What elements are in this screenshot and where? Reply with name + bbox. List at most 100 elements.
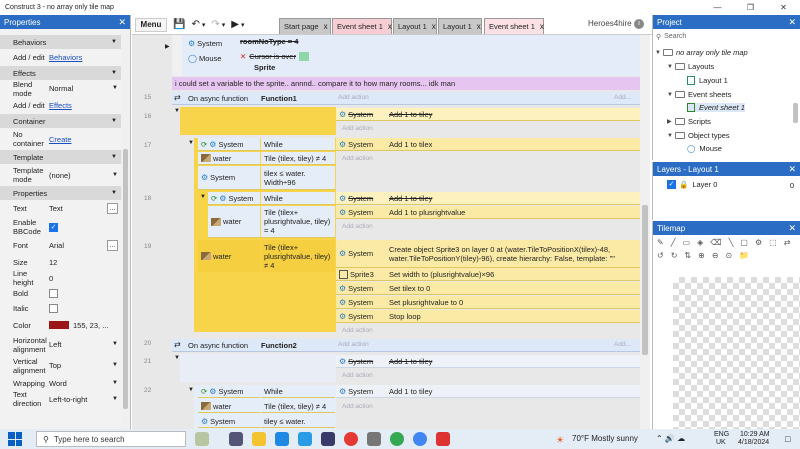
property-value[interactable]: 12 [49, 258, 57, 267]
property-select[interactable]: Word [49, 379, 67, 388]
weather-text[interactable]: 70°F Mostly sunny [572, 434, 638, 443]
collapse-icon[interactable]: ▼ [111, 154, 117, 160]
property-checkbox[interactable] [49, 289, 58, 298]
project-scrollbar[interactable] [793, 103, 798, 123]
chevron-down-icon[interactable]: ▾ [222, 21, 226, 29]
chevron-down-icon[interactable]: ▼ [112, 84, 118, 93]
property-link[interactable]: Behaviors [49, 53, 82, 62]
close-window-button[interactable]: ✕ [767, 0, 800, 15]
line-icon[interactable]: ╱ [671, 238, 676, 247]
section-effects[interactable]: Effects ▼ [0, 66, 121, 80]
language-region[interactable]: UK [716, 439, 726, 446]
tree-item-object-types[interactable]: ▼ Object types [667, 131, 730, 140]
tab-layout[interactable]: Layout 1x [438, 18, 482, 34]
add-action-link[interactable]: Add action [336, 123, 373, 134]
collapse-arrow-icon[interactable]: ▼ [200, 194, 206, 200]
mail-icon[interactable] [275, 432, 289, 446]
property-checkbox[interactable] [49, 304, 58, 313]
layer-row[interactable]: ✓ 🔒 Layer 0 [667, 180, 717, 189]
add-action-link[interactable]: Add action [336, 221, 373, 232]
property-select[interactable]: Top [49, 361, 61, 370]
select-icon[interactable]: ⬚ [769, 238, 777, 247]
condition-text[interactable]: Tile (tilex+ plusrightvalue, tiley) = 4 [261, 206, 335, 238]
chevron-down-icon[interactable]: ▼ [112, 395, 118, 404]
close-icon[interactable]: ✕ [788, 17, 796, 28]
section-container[interactable]: Container ▼ [0, 114, 121, 128]
chevron-down-icon[interactable]: ▾ [241, 21, 245, 29]
undo-icon[interactable]: ↶ [191, 19, 199, 30]
property-select[interactable]: Left-to-right [49, 395, 87, 404]
add-action-link[interactable]: Add action [336, 153, 373, 164]
action-row[interactable]: ⚙ System Add 1 to tiley [336, 355, 640, 368]
function1-header[interactable]: ⇄ On async function Function1 Add action… [172, 92, 640, 105]
action-row[interactable]: ⚙ System Create object Sprite3 on layer 0 … [336, 240, 640, 268]
tab-start-page[interactable]: Start page x [279, 18, 331, 34]
collapse-arrow-icon[interactable]: ▶ [165, 43, 170, 50]
tree-item-project[interactable]: ▼ no array only tile map [655, 48, 748, 57]
condition-text[interactable]: While [261, 385, 335, 398]
condition-text[interactable]: tiley ≤ water. [261, 415, 335, 428]
app-red-icon[interactable] [436, 432, 450, 446]
action-row[interactable]: ⚙ System Add 1 to tilex [336, 138, 640, 151]
collapse-icon[interactable]: ▼ [111, 190, 117, 196]
tree-item-layouts[interactable]: ▼ Layouts [667, 62, 714, 71]
property-value[interactable]: 0 [49, 274, 53, 283]
redo-icon[interactable]: ↷ [211, 19, 219, 30]
file-explorer-icon[interactable] [252, 432, 266, 446]
condition-text[interactable]: tilex ≤ water. Width÷96 [261, 166, 335, 190]
tab-event-sheet[interactable]: Event sheet 1x [332, 18, 392, 34]
chevron-down-icon[interactable]: ▼ [112, 361, 118, 370]
tileset-canvas[interactable] [673, 277, 800, 429]
flip-icon[interactable]: ⇄ [784, 238, 791, 247]
windows-start-icon[interactable] [8, 432, 22, 446]
condition-text[interactable]: While [261, 138, 335, 151]
eyedropper-icon[interactable]: ⚙ [755, 238, 762, 247]
zoom-in-icon[interactable]: ⊕ [698, 251, 705, 260]
property-value[interactable]: Text [49, 204, 63, 213]
more-icon[interactable]: ... [107, 203, 118, 214]
more-icon[interactable]: ... [107, 240, 118, 251]
chrome-icon[interactable] [390, 432, 404, 446]
tab-layout[interactable]: Layout 1x [393, 18, 437, 34]
properties-scrollbar[interactable] [121, 29, 130, 429]
fill-icon[interactable]: ◈ [697, 238, 703, 247]
event-block-top[interactable]: ▶ ⚙ System roomNoType = 4 ◯ Mouse ✕ Cursor … [165, 35, 640, 76]
action-row[interactable]: ⚙ System Add 1 to tiley [336, 192, 640, 205]
project-search[interactable]: ⚲ Search [656, 31, 797, 42]
minimize-button[interactable]: — [701, 0, 734, 15]
color-swatch[interactable] [49, 321, 69, 329]
tree-item-event-sheets[interactable]: ▼ Event sheets [667, 90, 731, 99]
zoom-reset-icon[interactable]: ⊙ [726, 251, 733, 260]
add-action-link[interactable]: Add action [336, 325, 373, 336]
task-view-icon[interactable] [229, 432, 243, 446]
add-action-link[interactable]: Add action [336, 370, 373, 381]
action-row[interactable]: ⚙ System Set plusrightvalue to 0 [336, 296, 640, 309]
chrome-profile-icon[interactable] [413, 432, 427, 446]
eraser-icon[interactable]: ⌫ [710, 238, 721, 247]
condition-text[interactable]: Tile (tilex, tiley) ≠ 4 [261, 152, 335, 165]
function2-header[interactable]: ⇄ On async function Function2 Add action… [172, 339, 640, 352]
condition-text[interactable]: ✕ Cursor is over [240, 52, 309, 61]
clock-time[interactable]: 10:29 AM [740, 431, 770, 438]
account-name[interactable]: Heroes4hire [588, 19, 632, 28]
pencil-icon[interactable]: ✎ [657, 238, 664, 247]
collapse-arrow-icon[interactable]: ▼ [188, 140, 194, 146]
info-icon[interactable]: i [634, 19, 644, 29]
condition-text[interactable]: roomNoType = 4 [240, 37, 298, 46]
close-icon[interactable]: ✕ [118, 17, 126, 28]
tree-item-event-sheet1[interactable]: Event sheet 1 [687, 103, 745, 112]
collapse-arrow-icon[interactable]: ▼ [188, 387, 194, 393]
tab-close-icon[interactable]: x [324, 22, 328, 31]
property-link[interactable]: Create [49, 135, 72, 144]
close-icon[interactable]: ✕ [788, 223, 796, 234]
property-select[interactable]: (none) [49, 171, 71, 180]
collapse-icon[interactable]: ▼ [111, 70, 117, 76]
language-indicator[interactable]: ENG [714, 431, 729, 438]
folder-icon[interactable]: 📁 [739, 251, 749, 260]
play-icon[interactable]: ▶ [231, 19, 239, 30]
tree-item-scripts[interactable]: ▶ Scripts [667, 117, 711, 126]
castle-widget-icon[interactable] [195, 432, 209, 446]
menu-button[interactable]: Menu [135, 17, 167, 32]
property-value[interactable]: Arial [49, 241, 64, 250]
maximize-button[interactable]: ❐ [734, 0, 767, 15]
